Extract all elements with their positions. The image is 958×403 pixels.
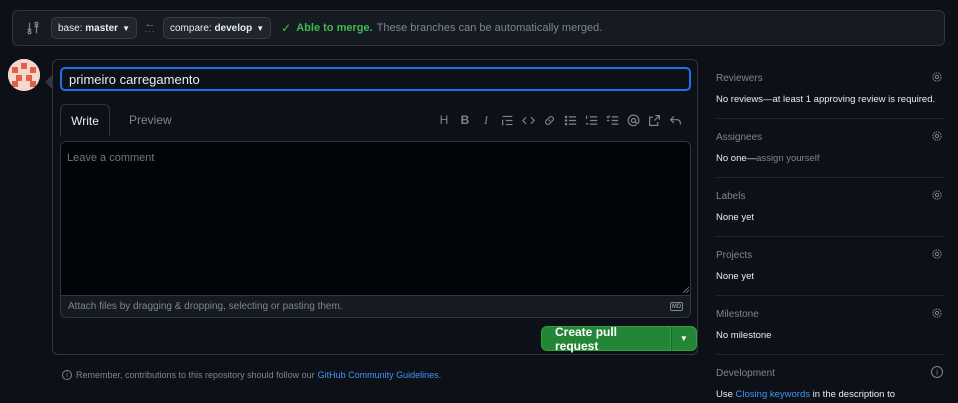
assignees-title: Assignees — [716, 132, 763, 143]
projects-value: None yet — [716, 271, 755, 282]
attach-files-bar[interactable]: Attach files by dragging & dropping, sel… — [60, 295, 691, 318]
compare-branch-value: develop — [214, 22, 253, 34]
link-icon[interactable] — [539, 110, 559, 130]
editor-tabs: Write Preview H B I — [60, 101, 691, 136]
attach-files-text: Attach files by dragging & dropping, sel… — [68, 301, 343, 312]
gear-icon[interactable] — [931, 189, 943, 201]
title-input[interactable] — [60, 67, 691, 91]
comment-textarea[interactable] — [60, 141, 691, 295]
git-compare-icon — [23, 18, 43, 38]
community-guidelines-link[interactable]: GitHub Community Guidelines — [318, 370, 439, 380]
bold-button[interactable]: B — [455, 110, 475, 130]
development-post: in the description to — [812, 389, 896, 400]
projects-title: Projects — [716, 250, 753, 261]
gear-icon[interactable] — [931, 248, 943, 260]
base-branch-select[interactable]: base: master ▼ — [51, 17, 137, 39]
create-pull-request-group: Create pull request ▼ — [541, 325, 697, 353]
caret-down-icon: ▼ — [256, 23, 265, 33]
development-value: Use Closing keywords in the description … — [716, 389, 895, 400]
create-pull-request-button[interactable]: Create pull request — [541, 325, 671, 353]
caret-down-icon: ▼ — [122, 23, 130, 33]
ordered-list-icon[interactable] — [581, 110, 601, 130]
sidebar-labels: Labels None yet — [716, 178, 944, 237]
pull-request-form: Write Preview H B I — [45, 59, 698, 355]
sidebar-assignees: Assignees No one—assign yourself — [716, 119, 944, 178]
base-branch-key: base: — [58, 22, 83, 34]
sidebar-projects: Projects None yet — [716, 237, 944, 296]
merge-status-description: These branches can be automatically merg… — [376, 22, 603, 34]
assignees-value: No one—assign yourself — [716, 153, 820, 164]
development-pre: Use — [716, 389, 733, 400]
gear-icon[interactable] — [931, 130, 943, 142]
unordered-list-icon[interactable] — [560, 110, 580, 130]
avatar[interactable] — [8, 59, 40, 91]
labels-value: None yet — [716, 212, 755, 223]
compare-bar: base: master ▼ ← ··· compare: develop ▼ ✓… — [12, 10, 945, 46]
mention-icon[interactable] — [623, 110, 643, 130]
gear-icon[interactable] — [931, 71, 943, 83]
task-list-icon[interactable] — [602, 110, 622, 130]
quote-icon[interactable] — [497, 110, 517, 130]
cross-reference-icon[interactable] — [644, 110, 664, 130]
gear-icon[interactable] — [931, 307, 943, 319]
contribution-note: i Remember, contributions to this reposi… — [62, 370, 441, 380]
sidebar-milestone: Milestone No milestone — [716, 296, 944, 355]
markdown-toolbar: H B I — [433, 110, 685, 130]
development-title: Development — [716, 368, 775, 379]
pull-request-page: base: master ▼ ← ··· compare: develop ▼ ✓… — [0, 0, 958, 403]
milestone-title: Milestone — [716, 309, 759, 320]
labels-title: Labels — [716, 191, 746, 202]
code-icon[interactable] — [518, 110, 538, 130]
italic-button[interactable]: I — [476, 110, 496, 130]
compare-branch-key: compare: — [169, 22, 212, 34]
reviewers-value: No reviews—at least 1 approving review i… — [716, 94, 936, 105]
resize-handle[interactable] — [682, 286, 690, 294]
base-branch-value: master — [85, 22, 119, 34]
compare-branch-select[interactable]: compare: develop ▼ — [162, 17, 272, 39]
contribution-note-text: Remember, contributions to this reposito… — [76, 370, 315, 380]
arrow-left-icon: ← ··· — [144, 18, 156, 36]
reply-icon[interactable] — [665, 110, 685, 130]
markdown-icon[interactable]: MD — [670, 302, 683, 311]
milestone-value: No milestone — [716, 330, 772, 341]
check-icon: ✓ — [281, 21, 292, 35]
tab-preview[interactable]: Preview — [116, 104, 185, 136]
caret-down-icon[interactable]: ▼ — [670, 326, 697, 351]
contribution-note-end: . — [438, 370, 442, 380]
closing-keywords-link[interactable]: Closing keywords — [736, 389, 810, 400]
info-icon: i — [62, 370, 72, 380]
tab-write[interactable]: Write — [60, 104, 110, 136]
heading-button[interactable]: H — [434, 110, 454, 130]
sidebar-reviewers: Reviewers No reviews—at least 1 approvin… — [716, 60, 944, 119]
reviewers-title: Reviewers — [716, 73, 763, 84]
assignees-none: No one— — [716, 153, 757, 164]
merge-status-label: Able to merge. — [296, 22, 373, 34]
assign-yourself-link[interactable]: assign yourself — [756, 153, 819, 164]
info-icon[interactable]: i — [931, 366, 943, 378]
merge-status: ✓ Able to merge. These branches can be a… — [281, 21, 602, 35]
sidebar-development: Development i Use Closing keywords in th… — [716, 355, 944, 403]
